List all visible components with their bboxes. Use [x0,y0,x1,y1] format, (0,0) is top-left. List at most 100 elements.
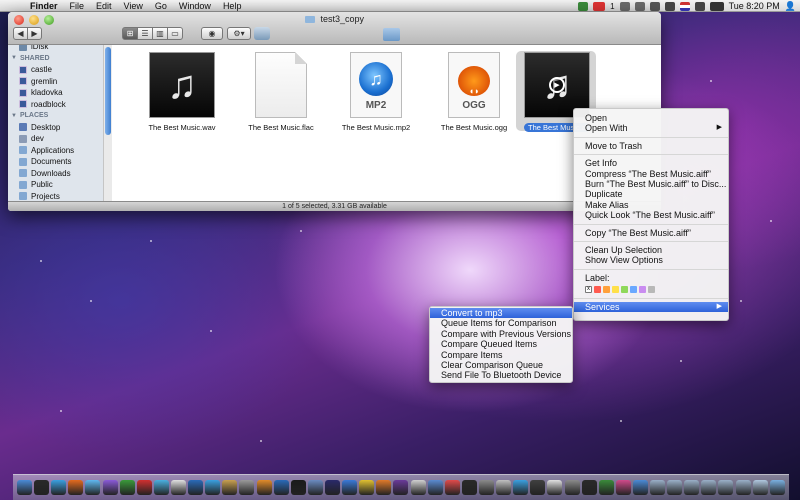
back-button[interactable]: ◀ [13,27,28,40]
dock-app-icon[interactable] [205,480,221,495]
dock-app-icon[interactable] [684,480,700,495]
menu-item-quick-look[interactable]: Quick Look “The Best Music.aiff” [574,210,728,220]
dock-app-icon[interactable] [376,480,392,495]
sidebar-item-downloads[interactable]: Downloads [8,168,111,180]
burn-icon[interactable] [254,27,270,40]
dock-app-icon[interactable] [496,480,512,495]
new-folder-icon[interactable] [383,28,400,41]
sidebar-scrollbar[interactable] [103,45,112,202]
dock-app-icon[interactable] [170,480,186,495]
dock-app-icon[interactable] [34,480,50,495]
sidebar-item-applications[interactable]: Applications [8,145,111,157]
menu-item-services[interactable]: Services ▶ [574,302,728,313]
menu-item-compare-previous[interactable]: Compare with Previous Versions [430,329,572,339]
sidebar-item-desktop[interactable]: Desktop [8,122,111,134]
dock-app-icon[interactable] [410,480,426,495]
menu-item-clean-up-selection[interactable]: Clean Up Selection [574,245,728,255]
dock-app-icon[interactable] [478,480,494,495]
label-color-swatch[interactable] [612,285,619,293]
menu-item-copy[interactable]: Copy “The Best Music.aiff” [574,228,728,238]
menu-help[interactable]: Help [223,1,251,11]
sidebar-item-public[interactable]: Public [8,179,111,191]
dock-app-icon[interactable] [85,480,101,495]
menu-clock[interactable]: Tue 8:20 PM [729,1,780,11]
menu-item-get-info[interactable]: Get Info [574,158,728,168]
menu-window[interactable]: Window [179,1,220,11]
dock-app-icon[interactable] [290,480,306,495]
dock-app-icon[interactable] [650,480,666,495]
battery-icon[interactable] [709,1,724,11]
menu-item-make-alias[interactable]: Make Alias [574,200,728,210]
dock-app-icon[interactable] [615,480,631,495]
label-color-swatch[interactable] [648,285,655,293]
gmail-icon[interactable] [593,1,606,11]
dock-app-icon[interactable] [17,480,32,495]
quick-look-button[interactable]: ◉ [201,27,223,40]
menu-file[interactable]: File [70,1,94,11]
sidebar-section-shared[interactable]: ▼ SHARED [8,53,111,65]
sidebar-item-documents[interactable]: Documents [8,156,111,168]
coverflow-view-button[interactable]: ▭ [167,27,183,40]
menu-item-clear-queue[interactable]: Clear Comparison Queue [430,360,572,370]
menu-item-queue-items[interactable]: Queue Items for Comparison [430,318,572,328]
dock-app-icon[interactable] [513,480,529,495]
dock-app-icon[interactable] [342,480,358,495]
menu-item-open[interactable]: Open [574,113,728,123]
timemachine-icon[interactable] [619,1,630,11]
dock-app-icon[interactable] [324,480,340,495]
file-item-wav[interactable]: ♫ The Best Music.wav [132,52,232,132]
bluetooth-icon[interactable] [649,1,660,11]
file-item-flac[interactable]: The Best Music.flac [231,52,331,132]
action-menu-button[interactable]: ⚙▾ [227,27,251,40]
sidebar-item-idisk[interactable]: iDisk [8,45,111,53]
sidebar-item-castle[interactable]: castle [8,64,111,76]
dock-app-icon[interactable] [461,480,477,495]
menu-item-compare-queued[interactable]: Compare Queued Items [430,339,572,349]
list-view-button[interactable]: ☰ [137,27,153,40]
dock-app-icon[interactable] [102,480,118,495]
user-icon[interactable]: 👤 [785,1,796,12]
menu-app-name[interactable]: Finder [30,1,67,11]
dock-app-icon[interactable] [239,480,255,495]
label-color-swatch[interactable] [603,285,610,293]
dock-app-icon[interactable] [68,480,84,495]
menu-view[interactable]: View [124,1,152,11]
dock-app-icon[interactable] [564,480,580,495]
menu-edit[interactable]: Edit [96,1,121,11]
dock-app-icon[interactable] [427,480,443,495]
sidebar-item-kladovka[interactable]: kladovka [8,87,111,99]
menu-item-move-to-trash[interactable]: Move to Trash [574,141,728,151]
title-bar[interactable]: test3_copy ◀ ▶ ⊞ ☰ ▥ ▭ ◉ ⚙▾ [8,12,661,45]
wifi-icon[interactable] [664,1,675,11]
dock-app-icon[interactable] [718,480,734,495]
column-view-button[interactable]: ▥ [152,27,168,40]
sidebar-item-roadblock[interactable]: roadblock [8,99,111,111]
dock-app-icon[interactable] [632,480,648,495]
dock-app-icon[interactable] [598,480,614,495]
dock-app-icon[interactable] [752,480,768,495]
menu-item-convert-to-mp3[interactable]: Convert to mp3 [430,308,572,319]
dock-app-icon[interactable] [581,480,597,495]
dock-app-icon[interactable] [222,480,238,495]
dock-app-icon[interactable] [359,480,375,495]
dock-app-icon[interactable] [51,480,67,495]
dock-app-icon[interactable] [393,480,409,495]
menu-go[interactable]: Go [155,1,176,11]
play-icon[interactable]: ▶ [549,77,565,93]
icon-view-button[interactable]: ⊞ [122,27,138,40]
dock-app-icon[interactable] [256,480,272,495]
dock-app-icon[interactable] [701,480,717,495]
dock-app-icon[interactable] [547,480,563,495]
label-color-swatch[interactable] [630,285,637,293]
menu-item-compare-items[interactable]: Compare Items [430,350,572,360]
menu-item-duplicate[interactable]: Duplicate [574,189,728,199]
menu-item-send-bluetooth[interactable]: Send File To Bluetooth Device [430,370,572,380]
app-icon[interactable] [578,1,589,11]
label-color-swatch[interactable] [639,285,646,293]
dock-app-icon[interactable] [119,480,135,495]
sidebar-item-gremlin[interactable]: gremlin [8,76,111,88]
label-color-swatch[interactable] [594,285,601,293]
dock-app-icon[interactable] [735,480,751,495]
dock-app-icon[interactable] [153,480,169,495]
sidebar-item-dev[interactable]: dev [8,133,111,145]
